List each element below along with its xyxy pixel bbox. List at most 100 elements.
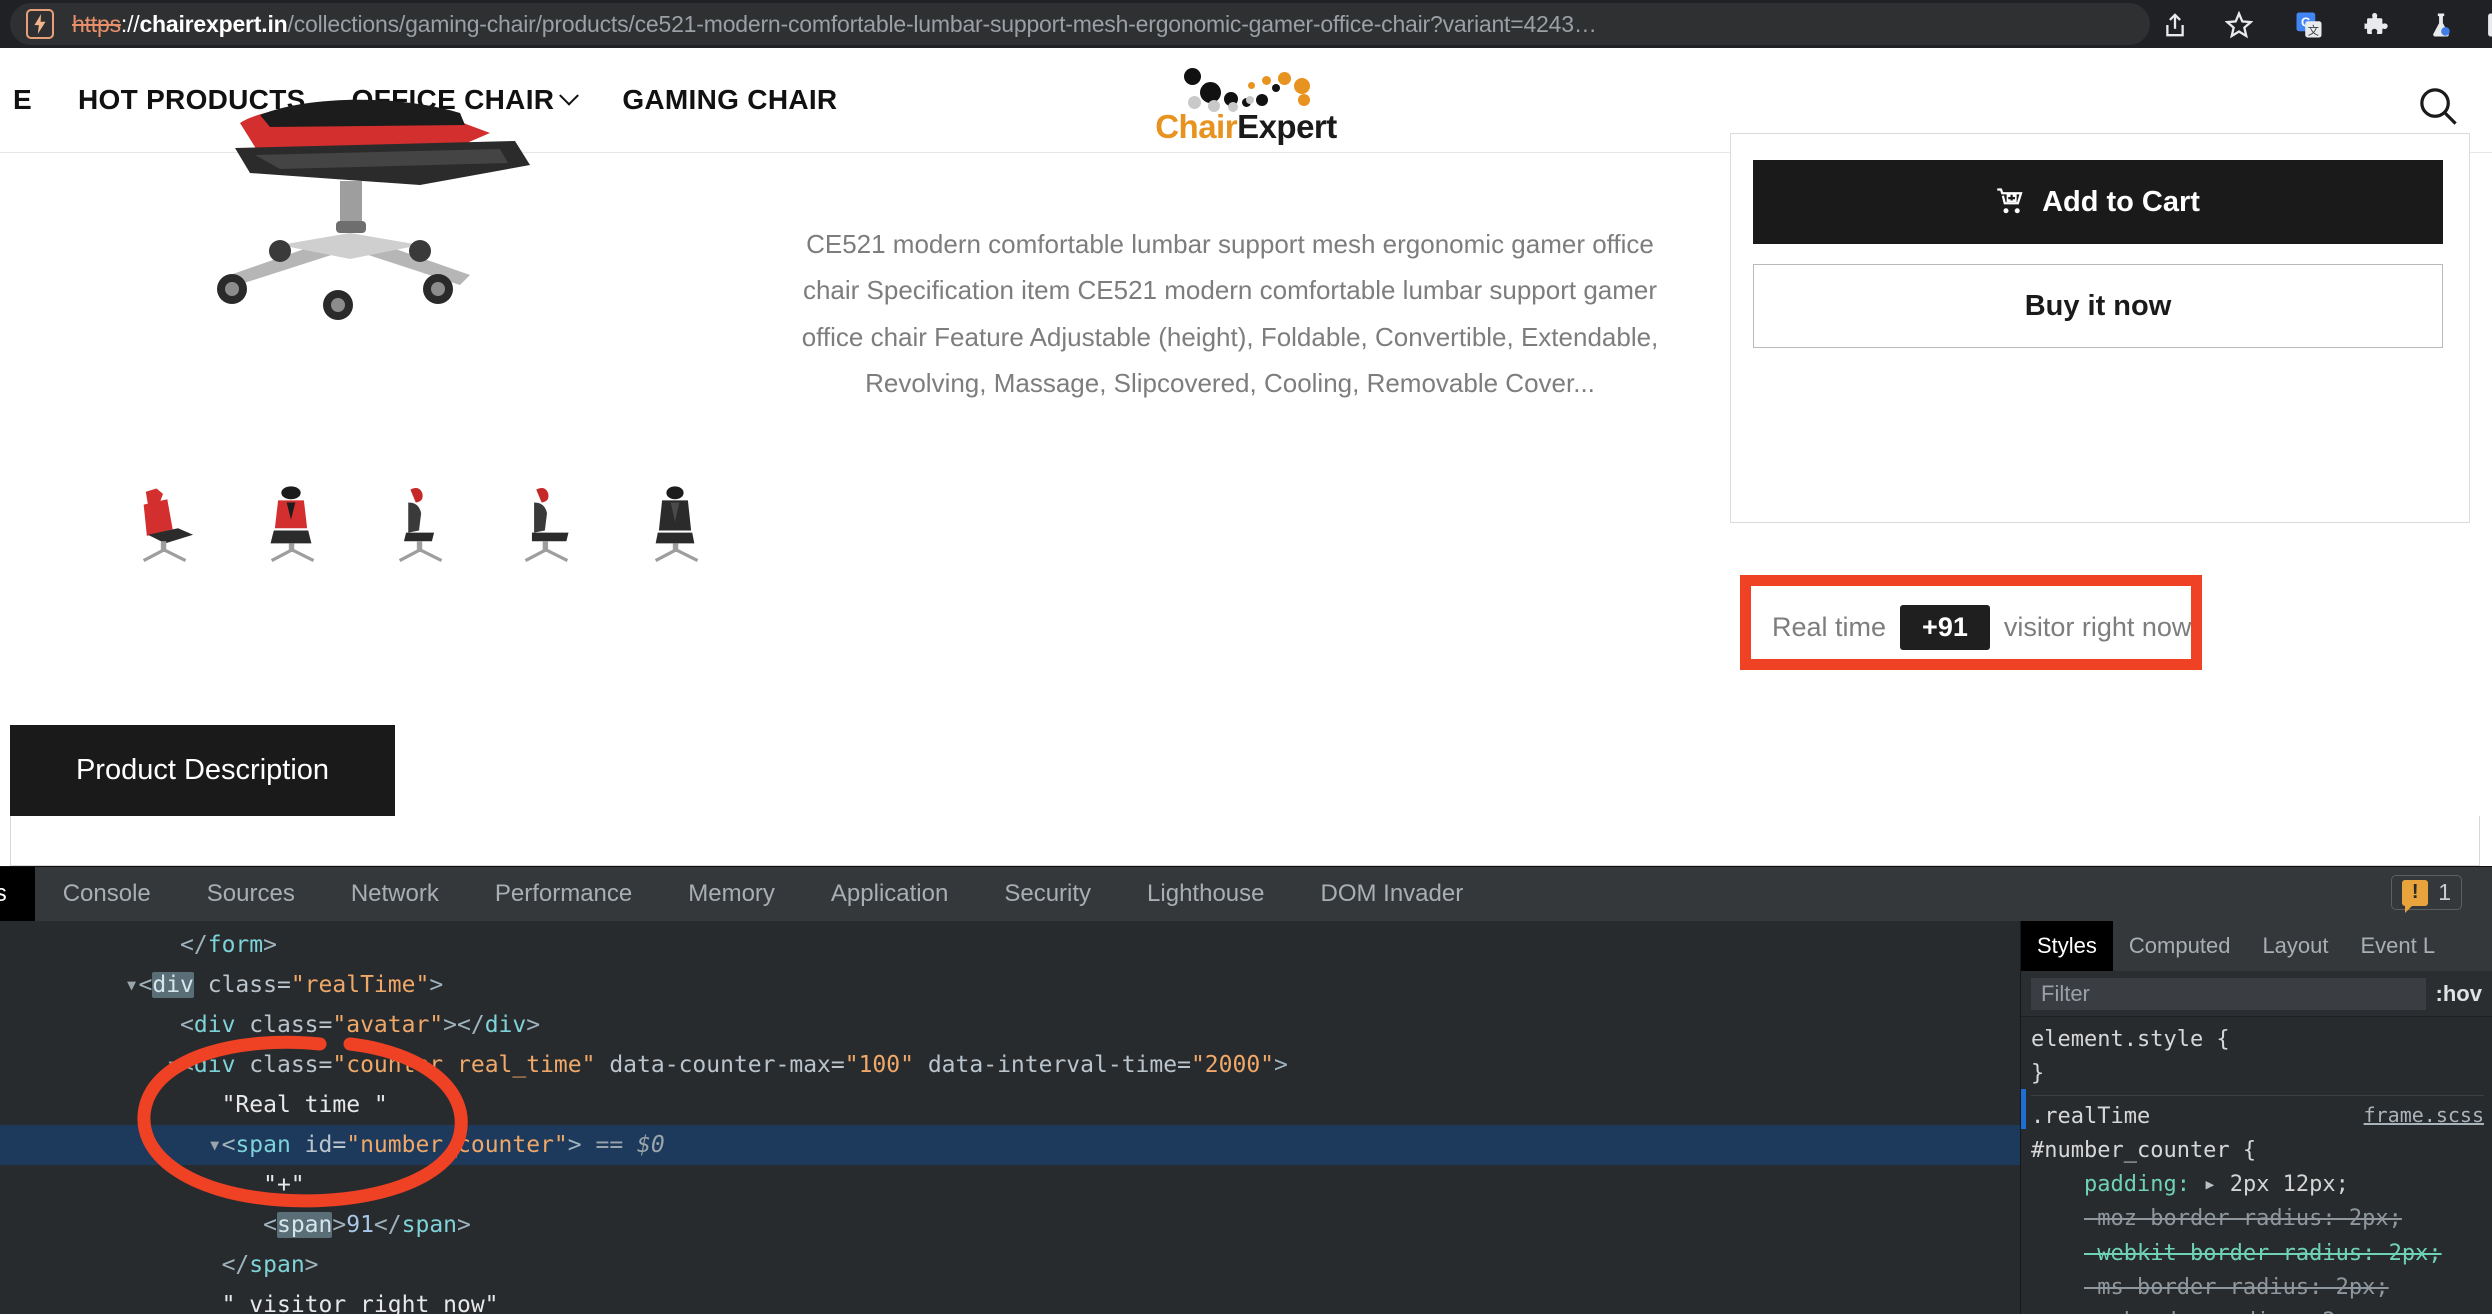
css-rules-list[interactable]: element.style {} frame.scss .realTime #numb…	[2021, 1017, 2492, 1314]
tab-layout[interactable]: Layout	[2246, 921, 2344, 971]
css-selector[interactable]: #number_counter {	[2031, 1134, 2484, 1168]
tab-dom-invader[interactable]: DOM Invader	[1292, 867, 1491, 921]
lightning-bolt-glyph	[34, 14, 46, 34]
styles-sidebar: Styles Computed Layout Event L :hov elem…	[2020, 921, 2492, 1314]
realtime-suffix: visitor right now	[2003, 612, 2192, 642]
lightning-bolt-icon[interactable]	[26, 9, 54, 39]
css-declaration[interactable]: -webkit-border-radius: 2px;	[2031, 1237, 2484, 1271]
chair-thumb-5[interactable]	[632, 481, 718, 567]
logo-dots-icon	[1096, 66, 1396, 112]
css-selector[interactable]: element.style {	[2031, 1023, 2484, 1057]
url-host: chairexpert.in	[139, 10, 288, 37]
dom-tree-line[interactable]: "Real time "	[0, 1085, 2020, 1125]
url-separator: ://	[120, 10, 140, 37]
styles-filter-bar: :hov	[2021, 971, 2492, 1017]
star-glyph	[2225, 11, 2253, 39]
chair-thumb-4[interactable]	[504, 481, 590, 567]
google-translate-icon[interactable]: G 文	[2292, 8, 2326, 42]
url-scheme: https	[72, 10, 121, 37]
warning-icon: !	[2402, 879, 2429, 913]
tab-computed[interactable]: Computed	[2113, 921, 2247, 971]
dom-tree-line[interactable]: </span>	[0, 1245, 2020, 1285]
url-text: https://chairexpert.in/collections/gamin…	[72, 11, 1597, 38]
shopping-cart-plus-icon	[1997, 188, 2023, 214]
styles-tabbar: Styles Computed Layout Event L	[2021, 921, 2492, 971]
dom-tree-line[interactable]: ▾<div class="realTime">	[0, 965, 2020, 1005]
puzzle-piece-icon[interactable]	[2360, 8, 2394, 42]
realtime-counter-badge: +91	[1900, 605, 1990, 650]
profile-glyph	[2488, 13, 2492, 37]
logo-expert-text: Expert	[1237, 108, 1337, 145]
product-description-text: CE521 modern comfortable lumbar support …	[801, 229, 1659, 398]
realtime-prefix: Real time	[1772, 612, 1887, 642]
styles-filter-input[interactable]	[2031, 977, 2426, 1010]
address-bar[interactable]: https://chairexpert.in/collections/gamin…	[10, 3, 2150, 45]
chair-thumb-3[interactable]	[376, 481, 462, 567]
warning-badge[interactable]: ! 1	[2391, 875, 2462, 913]
tab-styles[interactable]: Styles	[2021, 921, 2113, 971]
product-section: CE521 modern comfortable lumbar support …	[0, 99, 2492, 715]
logo-wordmark: ChairExpert	[1096, 108, 1396, 146]
warning-count: 1	[2438, 879, 2451, 905]
flask-glyph	[2433, 13, 2450, 37]
devtools-panel: nents Console Sources Network Performanc…	[0, 866, 2492, 1314]
dom-tree-line[interactable]: ▾<span id="number_counter"> == $0	[0, 1125, 2020, 1165]
css-declaration[interactable]: -moz-border-radius: 2px;	[2031, 1202, 2484, 1236]
search-icon[interactable]	[2416, 84, 2460, 128]
product-main-image[interactable]	[120, 93, 680, 393]
thumbnail-strip	[120, 481, 718, 567]
tab-performance[interactable]: Performance	[467, 867, 660, 921]
search-glyph	[2420, 88, 2457, 125]
browser-toolbar: https://chairexpert.in/collections/gamin…	[0, 0, 2492, 48]
dom-tree[interactable]: </form> ▾<div class="realTime"> <div cla…	[0, 921, 2020, 1314]
dom-tree-line[interactable]: <span>91</span>	[0, 1205, 2020, 1245]
add-to-cart-label: Add to Cart	[2042, 185, 2200, 218]
css-rule[interactable]: element.style {}	[2031, 1023, 2484, 1091]
add-to-cart-button[interactable]: Add to Cart	[1753, 160, 2443, 244]
puzzle-glyph	[2364, 12, 2388, 35]
tab-lighthouse[interactable]: Lighthouse	[1119, 867, 1292, 921]
star-icon[interactable]	[2222, 8, 2256, 42]
devtools-tabbar: nents Console Sources Network Performanc…	[0, 867, 2492, 921]
flask-icon[interactable]	[2424, 8, 2458, 42]
tab-sources[interactable]: Sources	[179, 867, 323, 921]
chair-thumb-2[interactable]	[248, 481, 334, 567]
dom-tree-line[interactable]: ▾<div class="counter real_time" data-cou…	[0, 1045, 2020, 1085]
tab-console[interactable]: Console	[35, 867, 179, 921]
tab-application[interactable]: Application	[803, 867, 976, 921]
tab-memory[interactable]: Memory	[660, 867, 803, 921]
hover-state-toggle[interactable]: :hov	[2436, 981, 2482, 1007]
css-rule-divider	[2031, 1095, 2484, 1097]
rule-source-marker	[2021, 1089, 2026, 1129]
svg-text:文: 文	[2308, 23, 2319, 37]
buy-it-now-button[interactable]: Buy it now	[1753, 264, 2443, 348]
dom-tree-line[interactable]: " visitor right now"	[0, 1285, 2020, 1314]
chair-thumb-1[interactable]	[120, 481, 206, 567]
dom-tree-line[interactable]: <div class="avatar"></div>	[0, 1005, 2020, 1045]
realtime-visitor-widget: Real time +91 visitor right now	[1772, 605, 2191, 650]
tab-security[interactable]: Security	[976, 867, 1119, 921]
dom-tree-line[interactable]: </form>	[0, 925, 2020, 965]
share-glyph	[2166, 13, 2184, 37]
css-declaration[interactable]: -o-border-radius: 2px;	[2031, 1305, 2484, 1314]
tab-elements[interactable]: nents	[0, 867, 35, 921]
tab-product-description[interactable]: Product Description	[10, 725, 395, 816]
css-rule-close: }	[2031, 1061, 2045, 1087]
nav-item-home-clipped[interactable]: E	[0, 84, 55, 116]
css-rule[interactable]: frame.scss .realTime #number_counter { pad…	[2031, 1100, 2484, 1314]
tab-event-listeners[interactable]: Event L	[2345, 921, 2452, 971]
product-description-panel	[10, 816, 2480, 866]
site-logo[interactable]: ChairExpert	[1096, 66, 1396, 146]
chair-illustration	[217, 99, 530, 320]
translate-glyph: G 文	[2296, 12, 2322, 38]
purchase-panel: Add to Cart Buy it now	[1730, 133, 2470, 523]
dom-tree-line[interactable]: "+"	[0, 1165, 2020, 1205]
share-icon[interactable]	[2158, 8, 2192, 42]
nav-label: E	[13, 84, 32, 115]
css-declaration[interactable]: -ms-border-radius: 2px;	[2031, 1271, 2484, 1305]
profile-avatar-icon[interactable]	[2480, 8, 2492, 42]
url-path: /collections/gaming-chair/products/ce521…	[287, 10, 1597, 37]
css-declaration[interactable]: padding: ▸ 2px 12px;	[2031, 1168, 2484, 1202]
css-source-link[interactable]: frame.scss	[2364, 1100, 2484, 1131]
tab-network[interactable]: Network	[323, 867, 467, 921]
